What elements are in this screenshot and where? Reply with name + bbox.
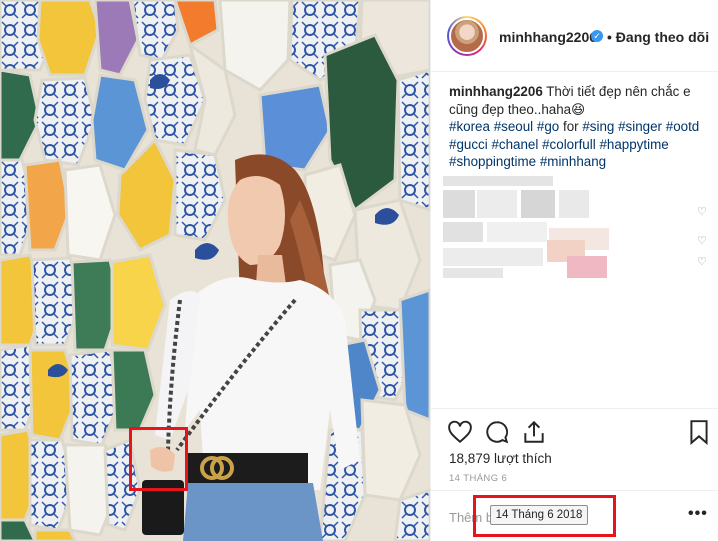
hashtag-link[interactable]: #sing <box>582 119 614 134</box>
header-username[interactable]: minhhang2206 <box>499 29 597 45</box>
share-icon[interactable] <box>521 419 547 445</box>
likes-count[interactable]: 18,879 lượt thích <box>449 451 552 466</box>
avatar[interactable] <box>447 16 487 56</box>
comment-bubble-icon[interactable] <box>484 419 510 445</box>
post-side-panel: minhhang2206 ✓ • Đang theo dõi minhhang2… <box>430 0 718 541</box>
post-header: minhhang2206 ✓ • Đang theo dõi <box>431 0 718 72</box>
date-highlight-box <box>473 495 616 537</box>
like-heart-icon[interactable] <box>447 419 473 445</box>
post-date[interactable]: 14 THÁNG 6 <box>449 473 507 484</box>
hashtag-link[interactable]: #gucci <box>449 137 488 152</box>
caption-word: for <box>562 119 579 135</box>
hashtag-link[interactable]: #korea <box>449 119 490 134</box>
comment-like-heart-icon[interactable]: ♡ <box>697 256 709 268</box>
comment-input-bar[interactable]: Thêm b 14 Tháng 6 2018 ••• <box>431 490 718 541</box>
blurred-comments: ♡ ♡ ♡ <box>431 168 718 288</box>
hashtag-link[interactable]: #singer <box>618 119 662 134</box>
bag-highlight-box <box>129 427 188 491</box>
hashtag-link[interactable]: #seoul <box>494 119 533 134</box>
hashtag-link[interactable]: #ootd <box>666 119 700 134</box>
post-photo-image <box>0 0 430 541</box>
verified-badge-icon: ✓ <box>591 30 603 42</box>
hashtag-link[interactable]: #chanel <box>491 137 538 152</box>
caption-username[interactable]: minhhang2206 <box>449 84 543 99</box>
action-bar <box>431 408 718 448</box>
hashtag-link[interactable]: #go <box>537 119 559 134</box>
bookmark-icon[interactable] <box>686 419 712 445</box>
hashtag-link[interactable]: #happytime <box>599 137 668 152</box>
comment-like-heart-icon[interactable]: ♡ <box>697 206 709 218</box>
more-options-icon[interactable]: ••• <box>688 505 708 523</box>
hashtag-link[interactable]: #colorfull <box>542 137 596 152</box>
post-caption: minhhang2206 Thời tiết đẹp nên chắc e cũ… <box>449 83 711 171</box>
post-photo[interactable] <box>0 0 430 541</box>
following-button[interactable]: • Đang theo dõi <box>607 29 709 45</box>
comment-like-heart-icon[interactable]: ♡ <box>697 235 709 247</box>
